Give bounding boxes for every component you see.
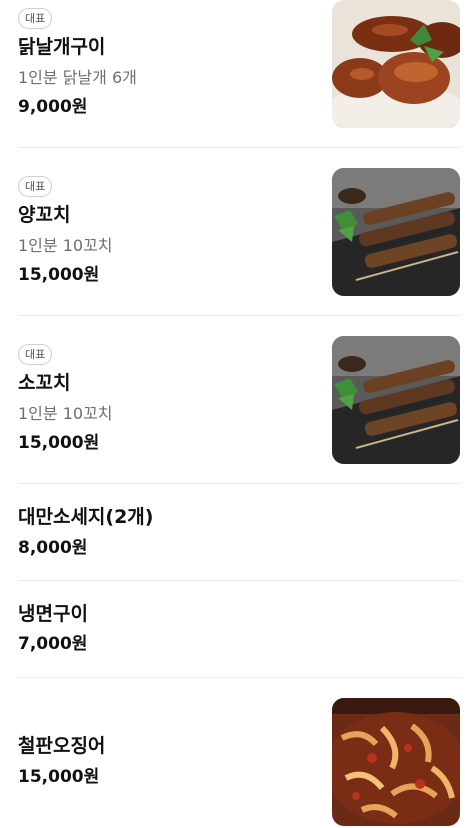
beef-skewers-image [332,336,460,464]
divider [18,147,461,148]
menu-item-price: 8,000원 [18,538,88,558]
menu-item-price: 15,000원 [18,767,100,787]
divider [18,315,461,316]
menu-item-name: 냉면구이 [18,603,88,625]
menu-item-description: 1인분 닭날개 6개 [18,68,137,87]
signature-badge: 대표 [18,344,53,365]
menu-item-price: 9,000원 [18,97,88,117]
menu-item-description: 1인분 10꼬치 [18,404,113,423]
signature-badge: 대표 [18,176,53,197]
chicken-wings-illustration [332,0,460,128]
menu-item-description: 1인분 10꼬치 [18,236,113,255]
menu-list: 대표 닭날개구이 1인분 닭날개 6개 9,000원 대표 양꼬치 1인분 10 [0,0,466,828]
chicken-wings-image [332,0,460,128]
menu-item-grilled-naengmyeon[interactable]: 냉면구이 7,000원 [18,581,461,677]
skewers-illustration [332,168,460,296]
menu-item-chicken-wings[interactable]: 대표 닭날개구이 1인분 닭날개 6개 9,000원 [18,0,461,148]
lamb-skewers-image [332,168,460,296]
menu-item-price: 7,000원 [18,634,88,654]
menu-item-name: 소꼬치 [18,372,71,394]
menu-item-price: 15,000원 [18,433,100,453]
menu-item-lamb-skewers[interactable]: 대표 양꼬치 1인분 10꼬치 15,000원 [18,160,461,316]
menu-item-name: 대만소세지(2개) [18,506,154,528]
menu-item-taiwanese-sausage[interactable]: 대만소세지(2개) 8,000원 [18,484,461,580]
menu-item-name: 철판오징어 [18,735,106,757]
menu-item-stir-fried-squid[interactable]: 철판오징어 15,000원 [18,678,461,828]
stir-fried-squid-image [332,698,460,826]
squid-illustration [332,698,460,826]
menu-item-name: 닭날개구이 [18,36,106,58]
menu-item-beef-skewers[interactable]: 대표 소꼬치 1인분 10꼬치 15,000원 [18,328,461,484]
menu-item-price: 15,000원 [18,265,100,285]
signature-badge: 대표 [18,8,53,29]
menu-item-name: 양꼬치 [18,204,71,226]
skewers-illustration [332,336,460,464]
